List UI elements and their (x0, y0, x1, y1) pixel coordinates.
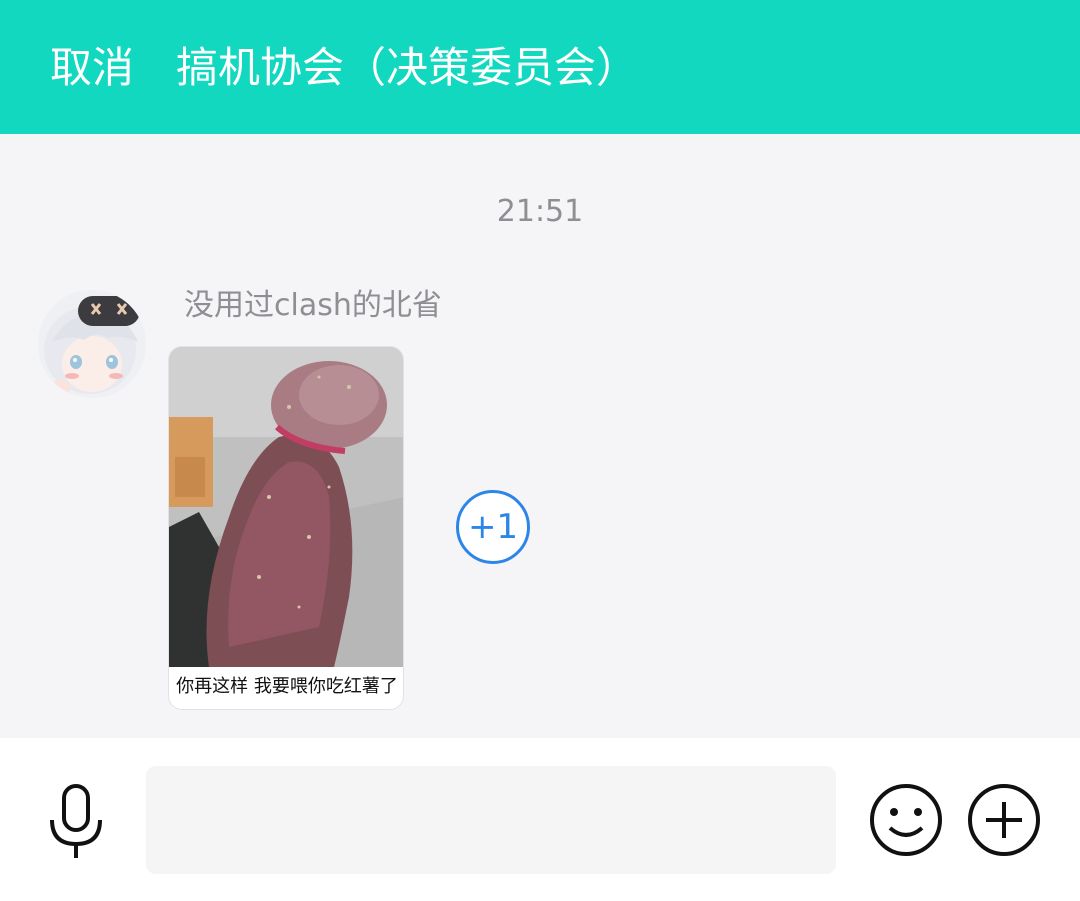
smiley-icon[interactable] (868, 782, 944, 858)
plus-circle-icon[interactable] (966, 782, 1042, 858)
avatar[interactable] (38, 290, 146, 398)
chat-title: 搞机协会（决策委员会） (176, 43, 639, 92)
microphone-icon[interactable] (44, 784, 108, 860)
sticker-message[interactable]: 你再这样 我要喂你吃红薯了 (168, 346, 404, 710)
plus-one-button[interactable]: +1 (456, 490, 530, 564)
sticker-caption: 你再这样 我要喂你吃红薯了 (176, 676, 398, 697)
message-timestamp: 21:51 (496, 194, 584, 229)
chat-header: 取消 搞机协会（决策委员会） (0, 0, 1080, 134)
sweet-potato-sticker-image (169, 347, 403, 667)
chat-screen: 取消 搞机协会（决策委员会） 21:51 没用过clash的北省 你再这样 我要… (0, 0, 1080, 901)
cancel-button[interactable]: 取消 (50, 40, 134, 96)
anime-avatar-icon (38, 290, 146, 398)
sender-name: 没用过clash的北省 (184, 288, 442, 323)
message-input[interactable] (146, 766, 836, 874)
input-bar (0, 738, 1080, 901)
